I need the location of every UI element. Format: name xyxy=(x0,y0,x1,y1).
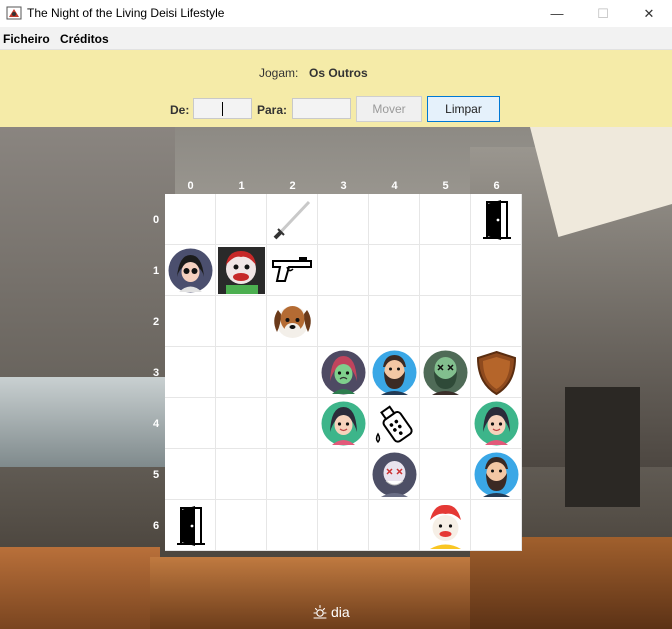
zombie-man-avatar-icon[interactable] xyxy=(422,349,469,396)
dog-icon[interactable] xyxy=(269,298,316,345)
board-cell[interactable] xyxy=(318,245,369,296)
background-dark-window xyxy=(565,387,640,507)
column-label: 1 xyxy=(238,180,245,192)
board-cell[interactable] xyxy=(267,449,318,500)
column-label: 2 xyxy=(289,180,296,192)
girl-avatar-icon[interactable] xyxy=(473,400,520,447)
row-label: 0 xyxy=(152,214,160,226)
column-label: 4 xyxy=(391,180,398,192)
row-label: 6 xyxy=(152,520,160,532)
column-label: 5 xyxy=(442,180,449,192)
door-icon[interactable] xyxy=(473,196,520,243)
window-titlebar: The Night of the Living Deisi Lifestyle … xyxy=(0,0,672,27)
menu-ficheiro[interactable]: Ficheiro xyxy=(3,32,50,46)
pistol-icon[interactable] xyxy=(269,247,316,294)
board-cell[interactable] xyxy=(369,500,420,551)
players-label: Jogam: xyxy=(259,66,299,80)
text-caret xyxy=(222,102,223,116)
to-label: Para: xyxy=(257,103,288,117)
board-cell[interactable] xyxy=(471,296,522,347)
board-cell[interactable] xyxy=(420,194,471,245)
background-window-band xyxy=(0,377,170,467)
to-input[interactable] xyxy=(292,98,351,119)
girl-avatar-icon[interactable] xyxy=(320,400,367,447)
board-cell[interactable] xyxy=(420,398,471,449)
day-night-indicator: dia xyxy=(312,604,350,620)
board-cell[interactable] xyxy=(369,296,420,347)
maximize-button[interactable]: ☐ xyxy=(580,0,626,27)
board-cell[interactable] xyxy=(318,500,369,551)
players-value: Os Outros xyxy=(309,66,368,80)
row-label: 4 xyxy=(152,418,160,430)
board-cell[interactable] xyxy=(471,245,522,296)
clear-button[interactable]: Limpar xyxy=(427,96,500,122)
board-cell[interactable] xyxy=(420,245,471,296)
zombie-old-man-avatar-icon[interactable] xyxy=(371,451,418,498)
board-cell[interactable] xyxy=(216,500,267,551)
board-cell[interactable] xyxy=(318,296,369,347)
game-scene: 0 1 2 3 4 5 6 0 1 2 3 4 5 6 dia xyxy=(0,127,672,629)
minimize-button[interactable]: — xyxy=(534,0,580,27)
board-cell[interactable] xyxy=(165,347,216,398)
game-board xyxy=(165,194,522,551)
board-cell[interactable] xyxy=(318,194,369,245)
row-label: 5 xyxy=(152,469,160,481)
bearded-man-avatar-icon[interactable] xyxy=(473,451,520,498)
board-cell[interactable] xyxy=(216,449,267,500)
menu-bar: Ficheiro Créditos xyxy=(0,27,672,50)
board-cell[interactable] xyxy=(216,398,267,449)
column-label: 0 xyxy=(187,180,194,192)
background-table-left xyxy=(0,547,160,629)
column-label: 6 xyxy=(493,180,500,192)
row-label: 3 xyxy=(152,367,160,379)
girl-sunglasses-avatar-icon[interactable] xyxy=(167,247,214,294)
move-button[interactable]: Mover xyxy=(356,96,422,122)
board-cell[interactable] xyxy=(420,296,471,347)
sun-icon xyxy=(313,604,327,619)
board-cell[interactable] xyxy=(165,449,216,500)
from-label: De: xyxy=(170,103,190,117)
sword-icon[interactable] xyxy=(269,196,316,243)
clown-photo-icon[interactable] xyxy=(218,247,265,294)
board-cell[interactable] xyxy=(471,500,522,551)
control-panel: Jogam: Os Outros De: Para: Mover Limpar xyxy=(0,50,672,127)
board-cell[interactable] xyxy=(165,194,216,245)
board-cell[interactable] xyxy=(369,194,420,245)
board-cell[interactable] xyxy=(267,500,318,551)
board-cell[interactable] xyxy=(165,398,216,449)
close-button[interactable]: ✕ xyxy=(626,0,672,27)
board-cell[interactable] xyxy=(216,347,267,398)
board-cell[interactable] xyxy=(216,194,267,245)
row-label: 1 xyxy=(152,265,160,277)
zombie-girl-avatar-icon[interactable] xyxy=(320,349,367,396)
app-icon xyxy=(6,6,22,20)
spray-bottle-icon[interactable] xyxy=(371,400,418,447)
shield-icon[interactable] xyxy=(473,349,520,396)
board-cell[interactable] xyxy=(420,449,471,500)
board-cell[interactable] xyxy=(318,449,369,500)
from-input[interactable] xyxy=(193,98,252,119)
column-label: 3 xyxy=(340,180,347,192)
door-icon[interactable] xyxy=(167,502,214,549)
board-cell[interactable] xyxy=(216,296,267,347)
row-label: 2 xyxy=(152,316,160,328)
cycle-label: dia xyxy=(331,604,350,620)
board-cell[interactable] xyxy=(369,245,420,296)
window-title: The Night of the Living Deisi Lifestyle xyxy=(27,6,225,20)
board-cell[interactable] xyxy=(267,347,318,398)
board-cell[interactable] xyxy=(267,398,318,449)
clown-avatar-icon[interactable] xyxy=(422,502,469,549)
menu-creditos[interactable]: Créditos xyxy=(60,32,109,46)
bearded-man-avatar-icon[interactable] xyxy=(371,349,418,396)
board-cell[interactable] xyxy=(165,296,216,347)
